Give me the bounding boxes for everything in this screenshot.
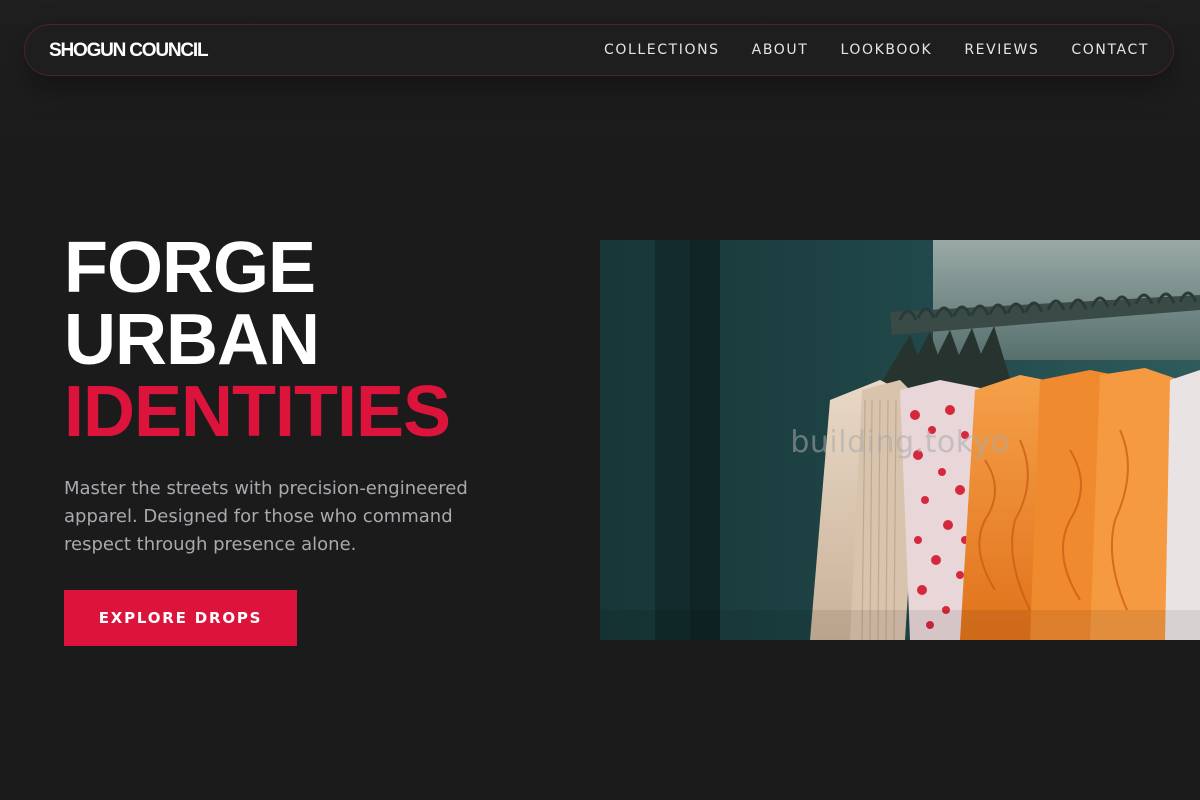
hero-title-line-1: FORGE bbox=[64, 228, 316, 308]
brand-logo[interactable]: SHOGUN COUNCIL bbox=[49, 40, 209, 62]
hero-title-line-2: URBAN bbox=[64, 300, 320, 380]
nav-link-contact[interactable]: CONTACT bbox=[1071, 42, 1149, 58]
nav-link-collections[interactable]: COLLECTIONS bbox=[604, 42, 720, 58]
navbar: SHOGUN COUNCIL COLLECTIONS ABOUT LOOKBOO… bbox=[24, 24, 1174, 76]
image-watermark: building.tokyo bbox=[790, 425, 1010, 460]
hero-description: Master the streets with precision-engine… bbox=[64, 478, 468, 555]
hero-image: building.tokyo bbox=[600, 240, 1200, 640]
hero-title: FORGE URBAN IDENTITIES bbox=[64, 228, 451, 452]
nav-link-lookbook[interactable]: LOOKBOOK bbox=[840, 42, 932, 58]
nav-links: COLLECTIONS ABOUT LOOKBOOK REVIEWS CONTA… bbox=[604, 42, 1149, 58]
nav-link-reviews[interactable]: REVIEWS bbox=[964, 42, 1039, 58]
explore-drops-button[interactable]: EXPLORE DROPS bbox=[64, 590, 297, 646]
hero-title-line-3: IDENTITIES bbox=[64, 372, 451, 452]
page: SHOGUN COUNCIL COLLECTIONS ABOUT LOOKBOO… bbox=[0, 0, 1200, 800]
nav-link-about[interactable]: ABOUT bbox=[752, 42, 809, 58]
